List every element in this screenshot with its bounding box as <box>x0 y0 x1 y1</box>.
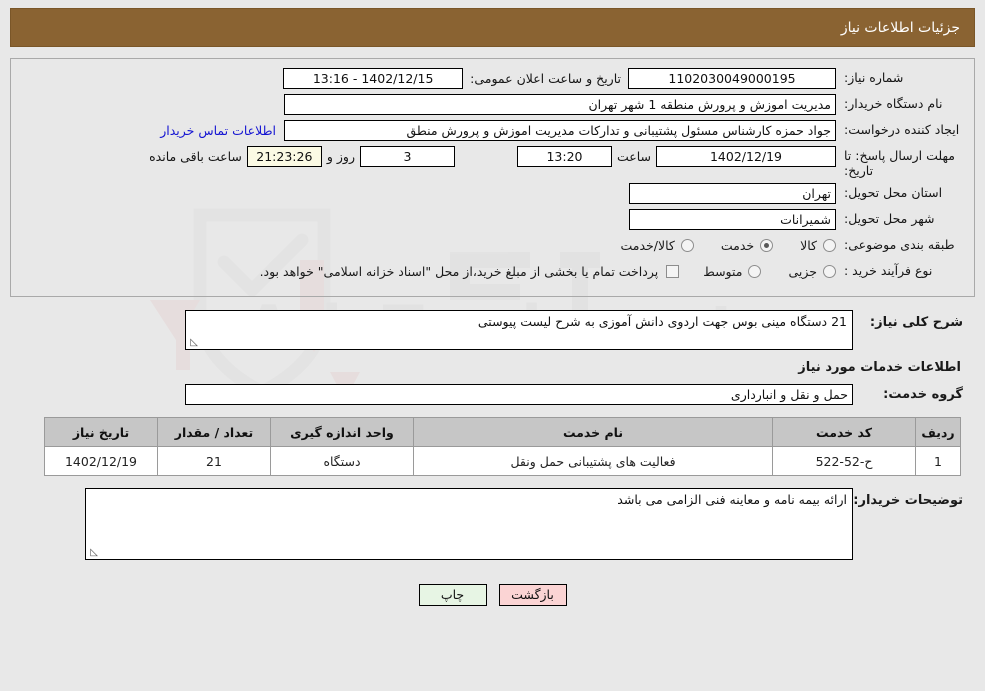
resize-grip-icon-2[interactable]: ◺ <box>88 548 98 558</box>
deadline-time-value: 13:20 <box>516 145 612 167</box>
radio-label-kala: کالا <box>800 237 817 253</box>
delivery-city-value: شمیرانات <box>629 208 836 230</box>
announce-value: 1402/12/15 - 13:16 <box>283 67 464 89</box>
radio-icon-kala[interactable] <box>823 238 836 252</box>
treasury-bond-label: پرداخت تمام یا بخشی از مبلغ خرید،از محل … <box>259 263 659 279</box>
services-table: ردیف کد خدمت نام خدمت واحد اندازه گیری ت… <box>44 417 961 476</box>
remaining-hours-label: ساعت باقی مانده <box>149 148 242 164</box>
purchase-process-label: نوع فرآیند خرید : <box>844 263 933 278</box>
need-summary-label: شرح کلی نیاز: <box>869 315 963 330</box>
announce-label: تاریخ و ساعت اعلان عمومی: <box>470 70 621 86</box>
cell-name: فعالیت های پشتیبانی حمل ونقل <box>413 446 773 476</box>
buyer-org-label: نام دستگاه خریدار: <box>844 96 943 111</box>
row-subject-category: طبقه بندی موضوعی: کالا خدمت کالا/خدمت <box>21 234 964 256</box>
radio-icon-motevaset[interactable] <box>748 264 762 278</box>
radio-label-jozei: جزیی <box>788 263 817 279</box>
page-title: جزئیات اطلاعات نیاز <box>10 8 975 47</box>
radio-process-motevaset[interactable]: متوسط <box>703 263 762 279</box>
buyer-org-value: مدیریت اموزش و پرورش منطقه 1 شهر تهران <box>284 93 836 115</box>
buyer-notes-textarea[interactable]: ارائه بیمه نامه و معاینه فنی الزامی می ب… <box>85 488 853 560</box>
radio-category-kala[interactable]: کالا <box>800 238 836 253</box>
delivery-city-label: شهر محل تحویل: <box>844 211 935 226</box>
radio-process-jozei[interactable]: جزیی <box>788 264 836 279</box>
general-info-panel: شماره نیاز: 1102030049000195 تاریخ و ساع… <box>10 58 975 297</box>
treasury-bond-checkbox[interactable] <box>666 264 680 278</box>
cell-code: ح-52-522 <box>772 446 916 476</box>
col-header-date: تاریخ نیاز <box>44 417 158 447</box>
buyer-contact-link[interactable]: اطلاعات تماس خریدار <box>152 123 284 138</box>
print-button[interactable]: چاپ <box>418 584 487 606</box>
deadline-date-value: 1402/12/19 <box>656 145 836 167</box>
subject-category-radio-group: کالا خدمت کالا/خدمت <box>596 238 836 253</box>
radio-category-khedmat[interactable]: خدمت <box>720 237 774 253</box>
deadline-hour-label: ساعت <box>616 148 651 164</box>
col-header-unit: واحد اندازه گیری <box>270 417 414 447</box>
row-request-creator: ایجاد کننده درخواست: جواد حمزه کارشناس م… <box>21 119 964 141</box>
radio-label-motevaset: متوسط <box>703 263 743 279</box>
need-summary-value: 21 دستگاه مینی بوس جهت اردوی دانش آموزی … <box>477 314 847 329</box>
request-creator-value: جواد حمزه کارشناس مسئول پشتیبانی و تدارک… <box>284 119 836 141</box>
row-purchase-process: نوع فرآیند خرید : جزیی متوسط پرداخت تمام… <box>21 260 964 282</box>
purchase-process-radio-group: جزیی متوسط <box>679 264 836 279</box>
request-creator-label: ایجاد کننده درخواست: <box>844 122 960 137</box>
subject-category-label: طبقه بندی موضوعی: <box>844 237 955 252</box>
service-group-label: گروه خدمت: <box>883 387 963 402</box>
col-header-quantity: تعداد / مقدار <box>157 417 271 447</box>
row-buyer-org: نام دستگاه خریدار: مدیریت اموزش و پرورش … <box>21 93 964 115</box>
radio-label-khedmat: خدمت <box>720 237 755 253</box>
cell-index: 1 <box>915 446 961 476</box>
remaining-days-label: روز و <box>326 148 355 164</box>
need-details-section: شرح کلی نیاز: 21 دستگاه مینی بوس جهت ارد… <box>10 306 975 570</box>
radio-category-kala-khedmat[interactable]: کالا/خدمت <box>620 237 694 253</box>
radio-icon-kala-khedmat[interactable] <box>680 238 694 252</box>
buyer-notes-value: ارائه بیمه نامه و معاینه فنی الزامی می ب… <box>617 492 847 507</box>
footer-actions: بازگشت چاپ <box>10 570 975 606</box>
delivery-province-value: تهران <box>629 182 836 204</box>
row-delivery-province: استان محل تحویل: تهران <box>21 182 964 204</box>
radio-icon-jozei[interactable] <box>823 264 836 278</box>
col-header-code: کد خدمت <box>772 417 916 447</box>
row-need-summary: شرح کلی نیاز: 21 دستگاه مینی بوس جهت ارد… <box>20 310 965 350</box>
radio-icon-khedmat[interactable] <box>760 238 774 252</box>
need-number-value: 1102030049000195 <box>628 67 836 89</box>
radio-label-kala-khedmat: کالا/خدمت <box>620 237 675 253</box>
response-deadline-label: مهلت ارسال پاسخ: تا تاریخ: <box>844 148 955 178</box>
remaining-days-value: 3 <box>359 145 455 167</box>
cell-unit: دستگاه <box>270 446 414 476</box>
col-header-name: نام خدمت <box>413 417 773 447</box>
services-section-title: اطلاعات خدمات مورد نیاز <box>798 360 961 375</box>
cell-date: 1402/12/19 <box>44 446 158 476</box>
cell-quantity: 21 <box>157 446 271 476</box>
need-number-label: شماره نیاز: <box>844 70 904 85</box>
row-buyer-notes: توضیحات خریدار: ارائه بیمه نامه و معاینه… <box>20 488 965 560</box>
resize-grip-icon[interactable]: ◺ <box>188 338 198 348</box>
need-summary-textarea[interactable]: 21 دستگاه مینی بوس جهت اردوی دانش آموزی … <box>185 310 853 350</box>
page-root: جزئیات اطلاعات نیاز شماره نیاز: 11020300… <box>0 0 985 691</box>
table-row: 1 ح-52-522 فعالیت های پشتیبانی حمل ونقل … <box>44 446 961 476</box>
row-need-number: شماره نیاز: 1102030049000195 تاریخ و ساع… <box>21 67 964 89</box>
service-group-value: حمل و نقل و انبارداری <box>185 384 853 405</box>
buyer-notes-label: توضیحات خریدار: <box>853 493 963 508</box>
countdown-timer: 21:23:26 <box>246 145 322 167</box>
row-response-deadline: مهلت ارسال پاسخ: تا تاریخ: 1402/12/19 سا… <box>21 145 964 178</box>
col-header-index: ردیف <box>915 417 961 447</box>
table-header-row: ردیف کد خدمت نام خدمت واحد اندازه گیری ت… <box>44 417 961 447</box>
row-delivery-city: شهر محل تحویل: شمیرانات <box>21 208 964 230</box>
back-button[interactable]: بازگشت <box>498 584 567 606</box>
delivery-province-label: استان محل تحویل: <box>844 185 943 200</box>
row-service-group: گروه خدمت: حمل و نقل و انبارداری <box>20 384 965 405</box>
